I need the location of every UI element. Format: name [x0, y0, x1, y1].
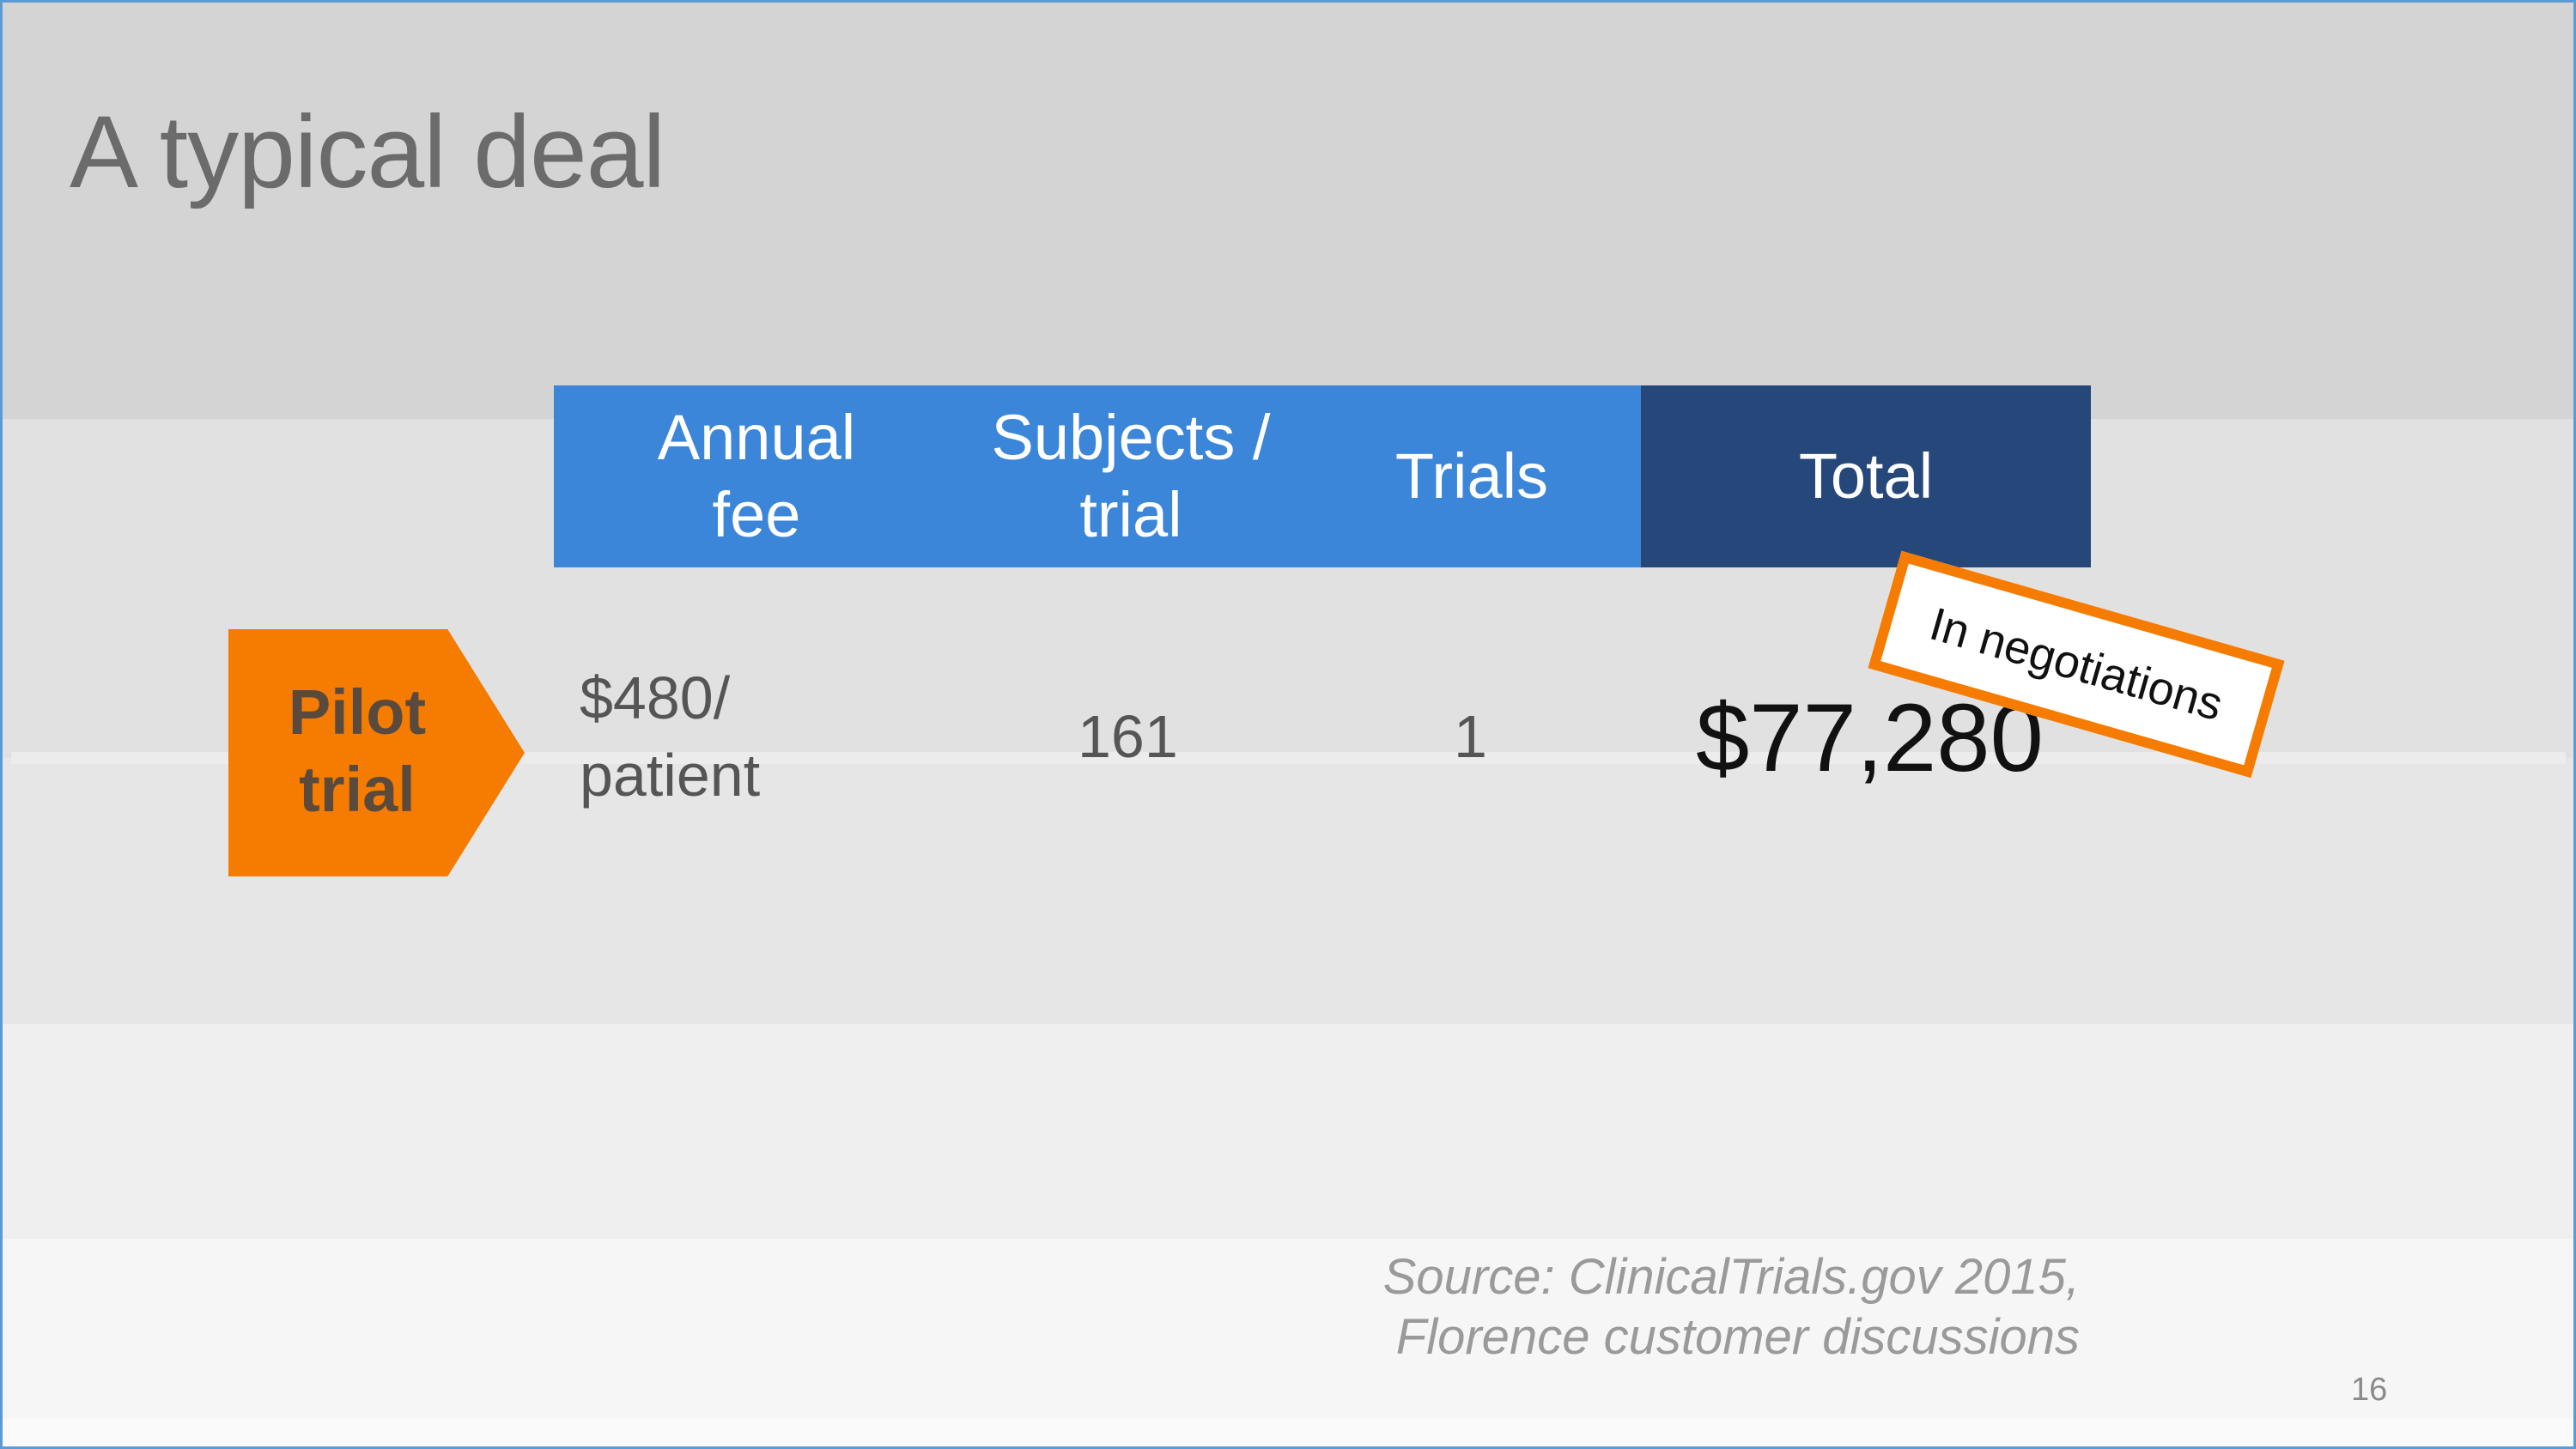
header-subjects-line-2: trial — [1079, 479, 1182, 550]
pilot-trial-label-line-1: Pilot — [288, 676, 427, 748]
slide-title: A typical deal — [70, 94, 665, 209]
table-header-row: Annual fee Subjects / trial Trials Total — [554, 385, 2091, 567]
cell-annual-fee-line-1: $480/ — [580, 664, 731, 731]
header-total: Total — [1641, 385, 2091, 567]
cell-trials: 1 — [1454, 703, 1487, 770]
header-annual-fee-line-2: fee — [712, 479, 801, 550]
source-line-1: Source: ClinicalTrials.gov 2015, — [1382, 1249, 2080, 1305]
source-note: Source: ClinicalTrials.gov 2015, Florenc… — [1383, 1247, 2080, 1367]
slide: A typical deal Annual fee Subjects / tri… — [0, 0, 2576, 1449]
header-annual-fee: Annual fee — [554, 385, 959, 567]
pilot-trial-label: Pilot trial — [228, 674, 486, 828]
source-line-2: Florence customer discussions — [1395, 1309, 2080, 1365]
cell-subjects-per-trial: 161 — [1078, 703, 1178, 770]
page-number: 16 — [2351, 1372, 2388, 1408]
header-annual-fee-line-1: Annual — [657, 402, 856, 473]
cell-annual-fee-line-2: patient — [580, 742, 761, 809]
pilot-trial-label-line-2: trial — [299, 754, 416, 825]
cell-annual-fee: $480/ patient — [580, 659, 760, 814]
header-subjects-per-trial: Subjects / trial — [959, 385, 1303, 567]
header-trials: Trials — [1303, 385, 1641, 567]
header-subjects-line-1: Subjects / — [991, 402, 1271, 473]
